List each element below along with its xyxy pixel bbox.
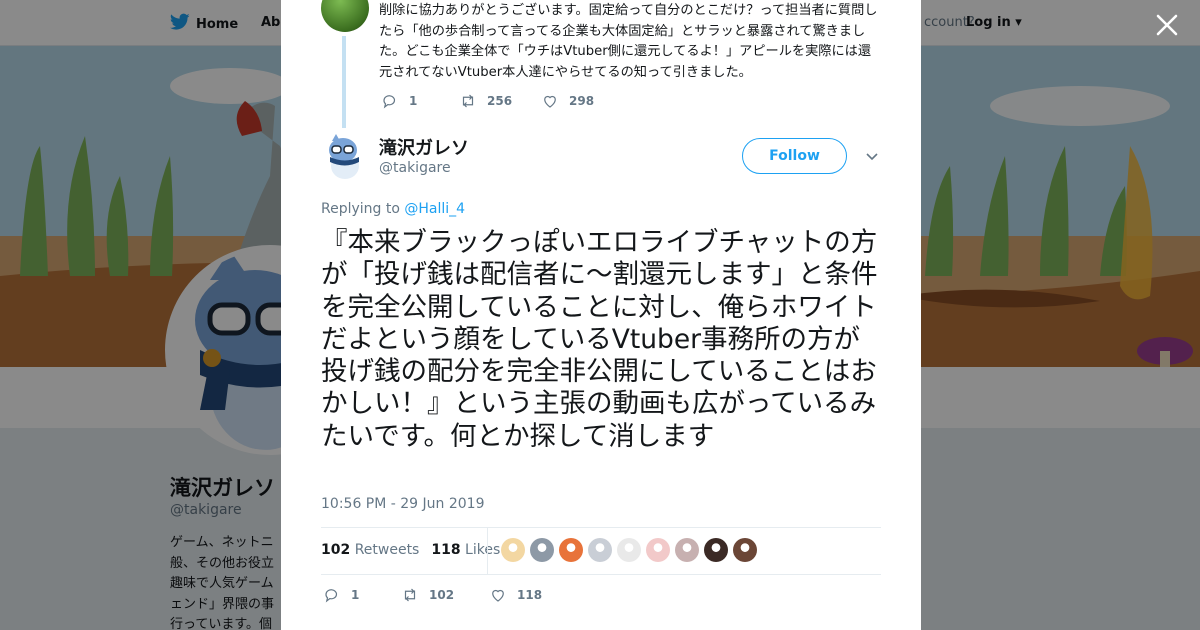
tweet-permalink-modal: 削除に協力ありがとうございます。固定給って自分のとこだけ？って担当者に質問したら… <box>281 0 921 630</box>
tweet-stats: 102 Retweets 118 Likes <box>321 542 500 558</box>
author-handle[interactable]: @takigare <box>379 160 451 176</box>
reply-icon <box>325 589 338 603</box>
stats-separator <box>487 528 488 574</box>
liker-avatar[interactable] <box>617 538 641 562</box>
retweet-button[interactable]: 102 <box>401 586 489 604</box>
chevron-down-icon[interactable] <box>864 148 880 164</box>
replying-prefix: Replying to <box>321 201 400 217</box>
parent-tweet-avatar[interactable] <box>321 0 369 32</box>
like-count: 118 <box>431 542 461 558</box>
close-icon[interactable] <box>1154 12 1180 38</box>
parent-retweet-button[interactable]: 256 <box>459 92 541 110</box>
thread-connector-line <box>342 36 346 128</box>
parent-tweet-actions: 1 256 298 <box>381 92 594 110</box>
parent-like-button[interactable]: 298 <box>541 92 594 110</box>
liker-avatar[interactable] <box>559 538 583 562</box>
parent-reply-count: 1 <box>409 94 418 108</box>
reply-button[interactable]: 1 <box>323 586 401 604</box>
replying-to-link[interactable]: @Halli_4 <box>404 201 465 217</box>
liker-avatar[interactable] <box>501 538 525 562</box>
like-action-count: 118 <box>517 588 543 602</box>
liker-avatars <box>501 538 757 562</box>
retweet-icon <box>404 588 416 602</box>
parent-retweet-count: 256 <box>487 94 513 108</box>
reply-icon <box>383 95 396 109</box>
parent-reply-button[interactable]: 1 <box>381 92 459 110</box>
parent-tweet-text: 削除に協力ありがとうございます。固定給って自分のとこだけ？って担当者に質問したら… <box>379 3 878 80</box>
retweet-count: 102 <box>321 542 351 558</box>
retweets-label: Retweets <box>354 542 420 558</box>
tweet-text: 『本来ブラックっぽいエロライブチャットの方が「投げ銭は配信者に～割還元します」と… <box>321 227 878 452</box>
tweet-actions: 1 102 118 <box>323 586 542 604</box>
reply-count: 1 <box>351 588 360 602</box>
replying-to-line: Replying to @Halli_4 <box>321 201 465 217</box>
follow-button[interactable]: Follow <box>742 138 847 174</box>
liker-avatar[interactable] <box>530 538 554 562</box>
likes-label: Likes <box>465 542 501 558</box>
retweet-icon <box>462 94 474 108</box>
like-button[interactable]: 118 <box>489 586 542 604</box>
liker-avatar[interactable] <box>588 538 612 562</box>
author-name[interactable]: 滝沢ガレソ <box>379 134 469 160</box>
retweet-action-count: 102 <box>429 588 455 602</box>
likes-stat[interactable]: 118 Likes <box>431 542 500 558</box>
liker-avatar[interactable] <box>704 538 728 562</box>
retweets-stat[interactable]: 102 Retweets <box>321 542 419 558</box>
tweet-timestamp[interactable]: 10:56 PM - 29 Jun 2019 <box>321 496 485 512</box>
penguin-avatar-small <box>321 132 369 180</box>
author-avatar[interactable] <box>321 132 369 180</box>
stats-bottom-divider <box>321 574 881 575</box>
liker-avatar[interactable] <box>646 538 670 562</box>
heart-icon <box>492 589 504 602</box>
heart-icon <box>544 95 556 108</box>
parent-like-count: 298 <box>569 94 595 108</box>
stats-top-divider <box>321 527 881 528</box>
liker-avatar[interactable] <box>733 538 757 562</box>
liker-avatar[interactable] <box>675 538 699 562</box>
